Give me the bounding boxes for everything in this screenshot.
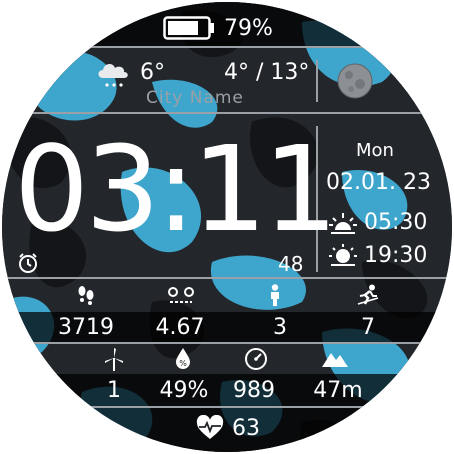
time-hours-minutes: 03:11 xyxy=(14,120,338,258)
separator-top xyxy=(2,46,452,48)
watch-face: 79% 6° 4° / 13° City Name 03:11 48 Mon 0… xyxy=(2,2,452,452)
runner-icon xyxy=(357,284,379,305)
sunset-icon xyxy=(329,244,357,266)
city-name: City Name xyxy=(146,88,244,108)
date: 02.01. 23 xyxy=(326,170,431,195)
separator-time xyxy=(2,277,452,279)
altitude-mountain-icon xyxy=(322,353,348,367)
floors-value: 3 xyxy=(273,315,287,340)
battery-percent: 79% xyxy=(224,16,273,41)
steps-value: 3719 xyxy=(58,315,114,340)
svg-text:%: % xyxy=(179,359,187,368)
active-minutes-value: 7 xyxy=(361,315,375,340)
sunrise-icon xyxy=(329,213,357,234)
moon-phase-icon xyxy=(337,63,373,99)
wind-value: 1 xyxy=(107,378,121,403)
distance-route-icon xyxy=(168,287,194,303)
separator-environment xyxy=(2,406,452,408)
distance-value: 4.67 xyxy=(155,315,205,340)
person-icon xyxy=(271,284,279,306)
separator-weather xyxy=(2,112,452,114)
pressure-value: 989 xyxy=(233,378,275,403)
temperature-range: 4° / 13° xyxy=(224,60,310,85)
footsteps-icon xyxy=(78,286,94,305)
heart-rate-icon xyxy=(196,415,224,439)
heart-rate-value: 63 xyxy=(232,416,260,441)
wind-turbine-icon xyxy=(105,348,123,371)
humidity-value: 49% xyxy=(159,378,209,403)
altitude-value: 47m xyxy=(313,378,363,403)
weekday: Mon xyxy=(356,140,394,161)
cloud-snow-icon xyxy=(98,64,128,87)
pressure-gauge-icon xyxy=(245,348,267,370)
heart-band xyxy=(2,408,452,452)
time-seconds: 48 xyxy=(278,252,304,276)
separator-activity xyxy=(2,342,452,344)
battery-icon xyxy=(163,16,214,40)
current-temperature: 6° xyxy=(140,60,165,85)
humidity-drop-icon: % xyxy=(176,348,190,369)
sunrise-time: 05:30 xyxy=(364,210,428,235)
separator-vertical-weather xyxy=(316,60,318,102)
alarm-clock-icon xyxy=(19,253,37,273)
sunset-time: 19:30 xyxy=(364,243,428,268)
